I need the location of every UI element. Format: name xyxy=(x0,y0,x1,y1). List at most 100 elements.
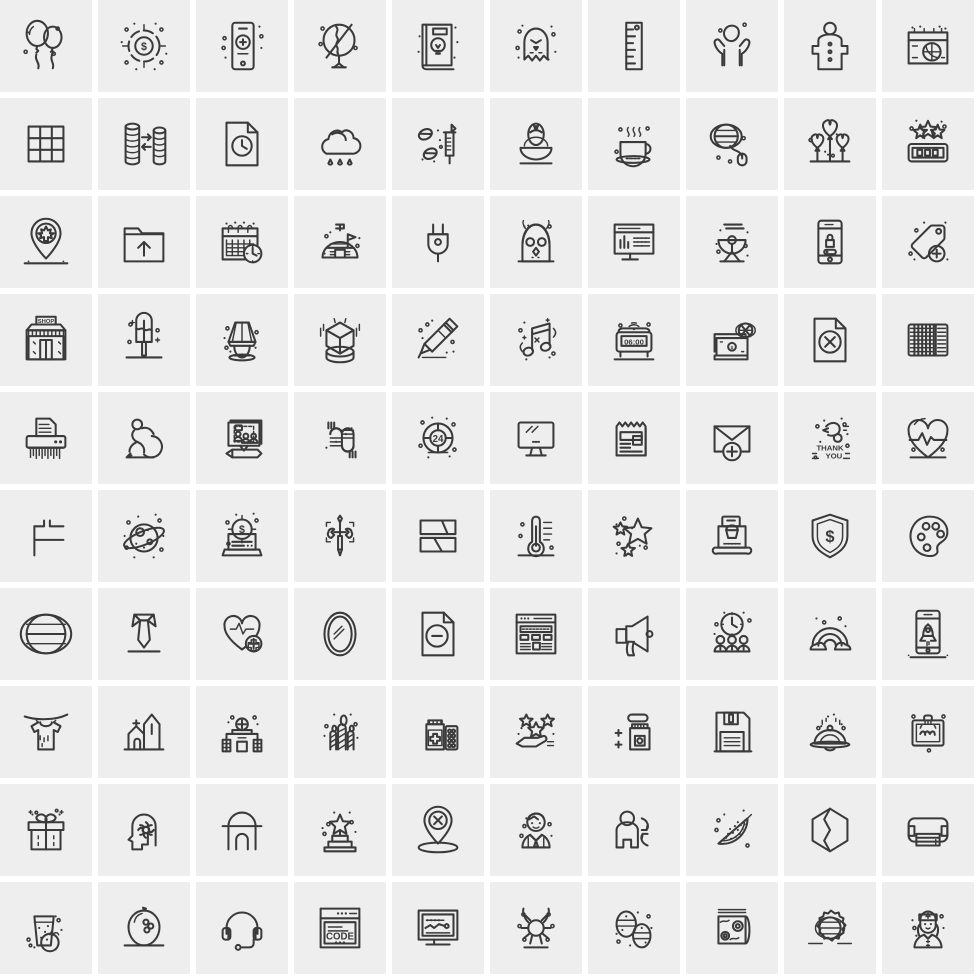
icon-tile-basketball-calendar[interactable] xyxy=(882,0,974,92)
icon-tile-shooting-stars[interactable] xyxy=(588,490,680,582)
icon-tile-calendar-clock[interactable] xyxy=(196,196,288,288)
icon-tile-globe-mouse[interactable] xyxy=(686,98,778,190)
icon-tile-paint-palette[interactable] xyxy=(882,490,974,582)
icon-tile-businessman-avatar[interactable] xyxy=(490,784,582,876)
icon-tile-medicine-bottle[interactable] xyxy=(392,686,484,778)
icon-tile-shop-storefront[interactable]: SHOP xyxy=(0,294,92,386)
icon-tile-monitor-graph[interactable] xyxy=(392,882,484,974)
icon-tile-newspaper[interactable] xyxy=(588,392,680,484)
icon-tile-pills-syringe[interactable] xyxy=(392,98,484,190)
icon-tile-map-roll[interactable] xyxy=(686,882,778,974)
icon-tile-dollar-shield[interactable]: $ xyxy=(784,490,876,582)
icon-tile-file-delete[interactable] xyxy=(784,294,876,386)
icon-tile-power-plug[interactable] xyxy=(392,196,484,288)
icon-tile-person-refresh[interactable] xyxy=(588,784,680,876)
icon-tile-mind-flower[interactable] xyxy=(98,784,190,876)
icon-tile-presentation-team[interactable] xyxy=(196,392,288,484)
icon-tile-easter-eggs[interactable] xyxy=(588,882,680,974)
icon-tile-hospital-building[interactable] xyxy=(196,686,288,778)
icon-tile-accordion[interactable] xyxy=(882,294,974,386)
icon-tile-paper-shredder[interactable] xyxy=(0,392,92,484)
icon-tile-juice-glass[interactable] xyxy=(0,882,92,974)
icon-tile-planet-saturn[interactable] xyxy=(98,490,190,582)
icon-tile-mobile-add[interactable] xyxy=(196,0,288,92)
icon-tile-two-panels[interactable] xyxy=(392,490,484,582)
icon-tile-mobile-lock[interactable] xyxy=(784,196,876,288)
icon-tile-dollar-target[interactable]: $ xyxy=(98,0,190,92)
icon-tile-hands-moon[interactable] xyxy=(686,0,778,92)
icon-tile-wireless-alarm-clock[interactable]: 06:00 xyxy=(588,294,680,386)
icon-tile-drying-tshirt[interactable] xyxy=(0,686,92,778)
icon-tile-table-lamp[interactable] xyxy=(196,294,288,386)
icon-tile-lifebuoy-24[interactable]: 24 xyxy=(392,392,484,484)
icon-tile-easter-egg-basket[interactable] xyxy=(490,98,582,190)
icon-tile-hand-stars[interactable] xyxy=(490,686,582,778)
icon-tile-team-schedule[interactable] xyxy=(686,588,778,680)
icon-tile-watermelon-slice[interactable] xyxy=(686,784,778,876)
icon-tile-folder-upload[interactable] xyxy=(98,196,190,288)
icon-tile-online-shopping-bag[interactable] xyxy=(686,490,778,582)
icon-tile-printer[interactable] xyxy=(882,784,974,876)
icon-tile-ice-cream-bar[interactable] xyxy=(98,294,190,386)
icon-tile-caterpillar[interactable] xyxy=(294,392,386,484)
icon-tile-floppy-disk[interactable] xyxy=(686,686,778,778)
icon-tile-file-minus[interactable] xyxy=(392,588,484,680)
icon-tile-screwdriver-wrench[interactable] xyxy=(294,490,386,582)
icon-tile-lemon[interactable] xyxy=(98,882,190,974)
icon-tile-gift-box[interactable] xyxy=(0,784,92,876)
icon-tile-mobile-rocket[interactable] xyxy=(882,588,974,680)
icon-tile-heart-balloons[interactable] xyxy=(784,98,876,190)
icon-tile-igloo-flag[interactable] xyxy=(294,196,386,288)
icon-tile-grid-window[interactable] xyxy=(0,98,92,190)
icon-tile-ghost[interactable] xyxy=(490,0,582,92)
icon-tile-idea-book[interactable] xyxy=(392,0,484,92)
icon-tile-barber-kit[interactable] xyxy=(882,686,974,778)
icon-tile-headset[interactable] xyxy=(196,882,288,974)
icon-tile-canada-location-pin[interactable] xyxy=(0,196,92,288)
icon-tile-web-layout[interactable] xyxy=(490,588,582,680)
icon-tile-rainbow-clouds[interactable] xyxy=(784,588,876,680)
icon-tile-coins-transfer[interactable] xyxy=(98,98,190,190)
icon-tile-globe-grid[interactable] xyxy=(0,588,92,680)
icon-tile-document-clock[interactable] xyxy=(196,98,288,190)
icon-tile-heart-medical-add[interactable] xyxy=(196,588,288,680)
icon-tile-cloud-rain[interactable] xyxy=(294,98,386,190)
icon-tile-satellite-dish[interactable] xyxy=(686,196,778,288)
icon-tile-music-notes[interactable] xyxy=(490,294,582,386)
icon-tile-laptop-dollar[interactable]: $ xyxy=(196,490,288,582)
icon-tile-church[interactable] xyxy=(98,686,190,778)
icon-tile-slip-fall[interactable] xyxy=(98,392,190,484)
icon-tile-pajamas[interactable] xyxy=(784,0,876,92)
icon-tile-trophy-star[interactable] xyxy=(294,784,386,876)
icon-tile-monitor-analytics[interactable] xyxy=(588,196,680,288)
icon-tile-arch-door[interactable] xyxy=(196,784,288,876)
icon-tile-supplement-jar[interactable] xyxy=(588,686,680,778)
icon-tile-tick-bug[interactable] xyxy=(490,882,582,974)
icon-tile-oval-mirror[interactable] xyxy=(294,588,386,680)
icon-tile-code-window[interactable]: CODE xyxy=(294,882,386,974)
icon-tile-birthday-candles[interactable] xyxy=(294,686,386,778)
icon-tile-star-rating-box[interactable] xyxy=(882,98,974,190)
icon-tile-food-cloche[interactable] xyxy=(784,686,876,778)
icon-tile-cash-global[interactable]: $ xyxy=(686,294,778,386)
icon-tile-location-remove[interactable] xyxy=(392,784,484,876)
icon-tile-megaphone[interactable] xyxy=(588,588,680,680)
icon-tile-hot-coffee[interactable] xyxy=(588,98,680,190)
icon-tile-owl[interactable] xyxy=(490,196,582,288)
icon-tile-balloons[interactable] xyxy=(0,0,92,92)
icon-tile-necktie[interactable] xyxy=(98,588,190,680)
icon-tile-thermometer[interactable] xyxy=(490,490,582,582)
icon-tile-nurse-avatar[interactable] xyxy=(882,882,974,974)
icon-tile-desktop-monitor[interactable] xyxy=(490,392,582,484)
icon-tile-global-settings[interactable] xyxy=(784,882,876,974)
icon-tile-flowchart-lines[interactable] xyxy=(0,490,92,582)
icon-tile-heartbeat-heart[interactable] xyxy=(882,392,974,484)
icon-tile-thank-you[interactable]: THANK YOU xyxy=(784,392,876,484)
icon-tile-cracked-globe[interactable] xyxy=(294,0,386,92)
icon-tile-ruler[interactable] xyxy=(588,0,680,92)
icon-tile-highlighter-pen[interactable] xyxy=(392,294,484,386)
icon-tile-tag-add[interactable] xyxy=(882,196,974,288)
icon-tile-hexagon-arrow[interactable] xyxy=(784,784,876,876)
icon-tile-3d-cube-pedestal[interactable] xyxy=(294,294,386,386)
icon-tile-mail-add[interactable] xyxy=(686,392,778,484)
